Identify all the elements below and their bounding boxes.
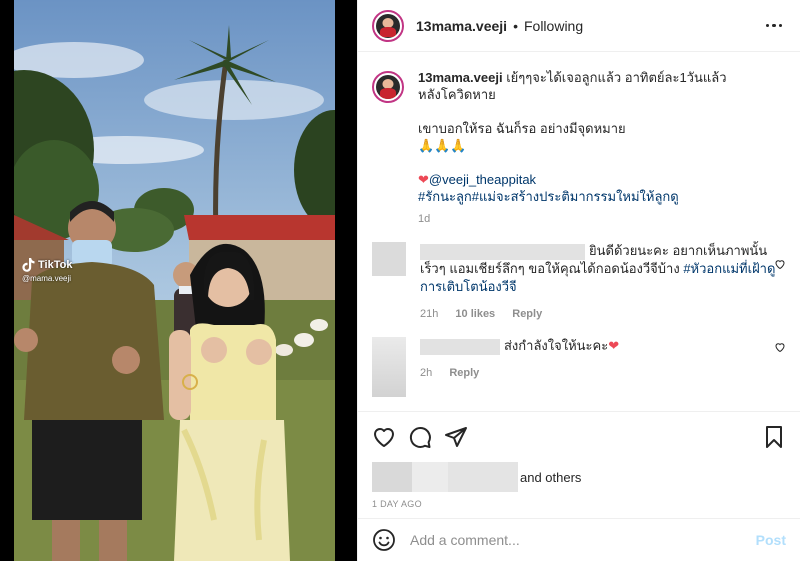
like-heart-icon[interactable]	[372, 425, 396, 449]
caption-line-3: เขาบอกให้รอ ฉันก็รอ อย่างมีจุดหมาย	[418, 121, 626, 136]
share-paper-plane-icon[interactable]	[444, 425, 468, 449]
likes-summary[interactable]: and others	[372, 462, 786, 492]
comment-username-blurred[interactable]	[420, 243, 585, 260]
likes-and-others-label[interactable]: and others	[520, 470, 581, 485]
comment-heart: ❤	[608, 338, 620, 353]
comment-likes-count[interactable]: 10 likes	[455, 308, 495, 320]
add-comment-input[interactable]	[410, 532, 756, 548]
comment-avatar-blurred[interactable]	[372, 337, 406, 397]
caption-time[interactable]: 1d	[418, 211, 786, 228]
liker-avatar-blurred[interactable]	[372, 462, 412, 492]
post-media[interactable]: TikTok @mama.veeji	[0, 0, 357, 561]
comment-body: ส่งกำลังใจให้นะคะ❤ 2h Reply	[420, 337, 780, 397]
author-avatar[interactable]	[372, 9, 404, 42]
comment-text: ส่งกำลังใจให้นะคะ	[504, 338, 609, 353]
add-comment-bar: Post	[358, 518, 800, 561]
more-options-icon[interactable]	[762, 14, 786, 38]
separator-dot: •	[513, 17, 518, 34]
emoji-smiley-icon[interactable]	[372, 528, 396, 552]
comment-time[interactable]: 2h	[420, 367, 432, 379]
comment-bubble-icon[interactable]	[408, 425, 432, 449]
action-icon-row	[372, 424, 786, 450]
caption-line-2: หลังโควิดหาย	[418, 87, 496, 102]
caption-emoji: 🙏🙏🙏	[418, 138, 467, 153]
liker-name-blurred[interactable]	[448, 462, 518, 492]
caption-mention-link[interactable]: @veeji_theappitak	[429, 172, 536, 187]
caption-author-avatar[interactable]	[372, 71, 404, 103]
post-header: 13mama.veeji • Following	[358, 0, 800, 52]
post-caption: 13mama.veeji เย้ๆๆจะได้เจอลูกแล้ว อาทิตย…	[372, 69, 786, 228]
post-comment-button[interactable]: Post	[756, 532, 786, 548]
caption-body: 13mama.veeji เย้ๆๆจะได้เจอลูกแล้ว อาทิตย…	[418, 69, 786, 228]
posted-time[interactable]: 1 DAY AGO	[372, 499, 786, 509]
caption-line-1: เย้ๆๆจะได้เจอลูกแล้ว อาทิตย์ละ1วันแล้ว	[506, 70, 727, 85]
comment-reply-button[interactable]: Reply	[449, 367, 479, 379]
comment-avatar-blurred[interactable]	[372, 242, 406, 276]
tiktok-brand-label: TikTok	[38, 259, 73, 271]
post-actions: and others 1 DAY AGO	[358, 411, 800, 509]
tiktok-watermark: TikTok @mama.veeji	[22, 258, 72, 283]
save-bookmark-icon[interactable]	[762, 425, 786, 449]
caption-username[interactable]: 13mama.veeji	[418, 70, 503, 85]
author-username[interactable]: 13mama.veeji	[416, 18, 507, 34]
video-frame[interactable]: TikTok @mama.veeji	[14, 0, 335, 561]
comment-like-heart-icon[interactable]	[774, 341, 786, 353]
post-details-panel: 13mama.veeji • Following 13mama.veeji เย…	[357, 0, 800, 561]
comment-meta: 2h Reply	[420, 364, 780, 382]
comment-time[interactable]: 21h	[420, 308, 438, 320]
following-button[interactable]: Following	[524, 18, 583, 34]
liker-name-blurred[interactable]	[412, 462, 448, 492]
comment-reply-button[interactable]: Reply	[512, 308, 542, 320]
caption-heart: ❤	[418, 172, 429, 187]
comments-section[interactable]: 13mama.veeji เย้ๆๆจะได้เจอลูกแล้ว อาทิตย…	[358, 53, 800, 411]
comment-item: ยินดีด้วยนะคะ อยากเห็นภาพนั้นเร็วๆ แอมเช…	[372, 242, 786, 323]
comment-meta: 21h 10 likes Reply	[420, 305, 780, 323]
comment-username-blurred[interactable]	[420, 338, 500, 355]
comment-like-heart-icon[interactable]	[774, 258, 786, 270]
tiktok-logo-icon	[22, 258, 35, 272]
caption-hashtags-link[interactable]: #รักนะลูก#แม่จะสร้างประติมากรรมใหม่ให้ลู…	[418, 189, 679, 204]
comment-item: ส่งกำลังใจให้นะคะ❤ 2h Reply	[372, 337, 786, 397]
comment-body: ยินดีด้วยนะคะ อยากเห็นภาพนั้นเร็วๆ แอมเช…	[420, 242, 780, 323]
tiktok-handle-label: @mama.veeji	[22, 274, 72, 283]
